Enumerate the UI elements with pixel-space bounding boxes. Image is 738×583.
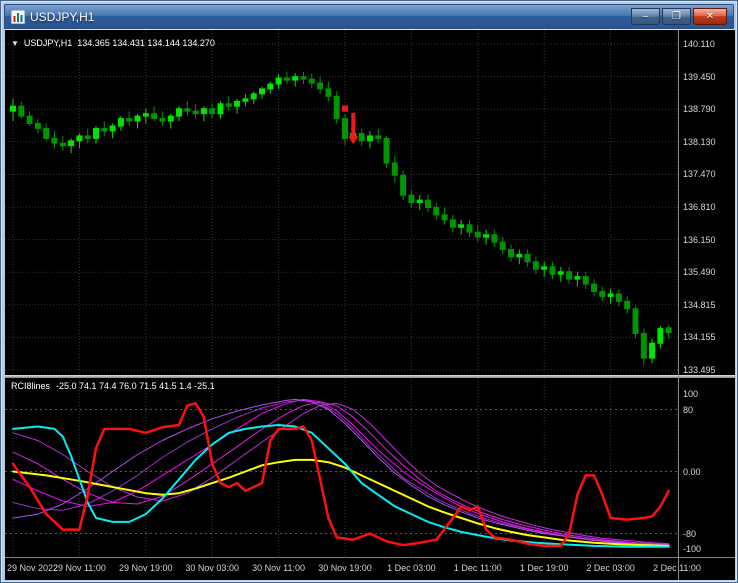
time-axis-label: 1 Dec 11:00: [453, 563, 502, 573]
indicator-axis-label: 100: [683, 389, 699, 399]
window-chart-icon: [10, 9, 26, 24]
maximize-button[interactable]: ❐: [662, 8, 691, 25]
main-price-chart[interactable]: [5, 30, 678, 375]
window-titlebar[interactable]: USDJPY,H1 – ❐ ✕: [4, 4, 734, 29]
window-title: USDJPY,H1: [30, 9, 95, 24]
indicator-axis-label: 0.00: [683, 466, 701, 477]
indicator-values: -25.0 74.1 74.4 76.0 71.5 41.5 1.4 -25.1: [56, 381, 215, 391]
ohlc-legend: ▼ USDJPY,H1 134.365 134.431 134.144 134.…: [11, 38, 215, 48]
legend-symbol: USDJPY,H1: [23, 38, 73, 48]
time-axis-label: 29 Nov 19:00: [119, 563, 173, 573]
chart-window: USDJPY,H1 – ❐ ✕ ▼ USDJPY,H1 134.365 134.…: [0, 0, 738, 583]
indicator-axis-label: -80: [683, 528, 697, 539]
time-axis-label: 30 Nov 19:00: [318, 563, 372, 573]
price-axis-label: 135.490: [683, 267, 716, 278]
indicator-axis-label: -100: [683, 544, 702, 554]
time-axis-label: 30 Nov 03:00: [185, 563, 239, 573]
time-axis-label: 1 Dec 19:00: [519, 563, 569, 573]
time-axis-label: 30 Nov 11:00: [252, 563, 306, 573]
price-axis-separator: [678, 29, 679, 580]
price-axis[interactable]: 140.110 139.450 138.790 138.130 137.470 136.8…: [679, 29, 735, 580]
close-icon: ✕: [705, 10, 715, 22]
price-axis-label: 137.470: [683, 169, 716, 180]
close-button[interactable]: ✕: [693, 8, 727, 25]
client-top-edge: [5, 29, 735, 30]
rci-red: [11, 402, 670, 548]
price-axis-label: 136.810: [683, 202, 716, 212]
price-axis-label: 138.130: [683, 136, 716, 147]
maximize-icon: ❐: [672, 10, 681, 22]
price-axis-label: 139.450: [683, 71, 716, 82]
candlesticks: [10, 71, 672, 366]
price-axis-label: 138.790: [683, 104, 716, 115]
one-click-trading-arrow[interactable]: ▼: [11, 39, 19, 48]
price-axis-label: 134.155: [683, 332, 716, 343]
chart-client-area: ▼ USDJPY,H1 134.365 134.431 134.144 134.…: [5, 29, 735, 580]
minimize-button[interactable]: –: [631, 8, 660, 25]
time-axis[interactable]: 29 Nov 2022 29 Nov 11:00 29 Nov 19:00 30 No…: [5, 557, 735, 580]
time-axis-label: 2 Dec 03:00: [586, 563, 635, 573]
time-axis-label: 2 Dec 11:00: [653, 563, 701, 573]
minimize-icon: –: [642, 10, 649, 22]
indicator-axis-label: 80: [683, 404, 694, 415]
price-axis-label: 136.150: [683, 234, 716, 245]
indicator-name: RCI8lines: [11, 381, 51, 391]
indicator-chart[interactable]: [5, 378, 678, 557]
time-axis-label: 29 Nov 11:00: [52, 563, 106, 573]
indicator-legend: RCI8lines -25.0 74.1 74.4 76.0 71.5 41.5…: [11, 381, 215, 391]
time-axis-label: 29 Nov 2022: [7, 563, 59, 573]
time-axis-label: 1 Dec 03:00: [387, 563, 436, 573]
price-axis-label: 140.110: [683, 39, 715, 49]
window-controls: – ❐ ✕: [631, 8, 727, 25]
panel-divider[interactable]: [5, 375, 735, 378]
price-axis-label: 134.815: [683, 299, 716, 310]
legend-ohlc: 134.365 134.431 134.144 134.270: [77, 38, 215, 48]
price-axis-label: 133.495: [683, 365, 716, 375]
main-grid: [5, 30, 678, 375]
